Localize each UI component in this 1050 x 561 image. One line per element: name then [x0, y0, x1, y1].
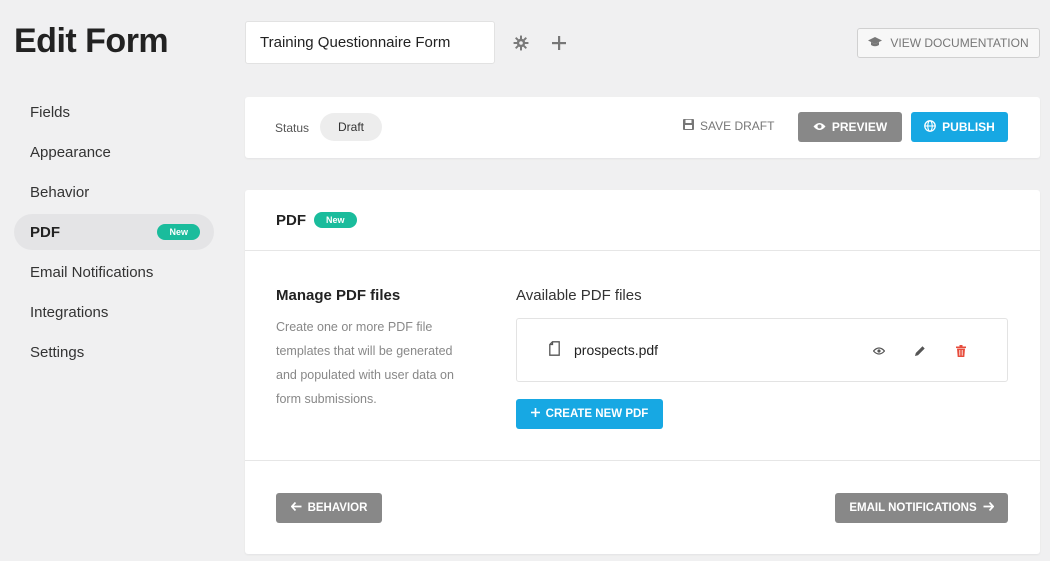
- next-email-notifications-label: EMAIL NOTIFICATIONS: [849, 502, 977, 514]
- create-new-pdf-label: CREATE NEW PDF: [545, 408, 649, 420]
- status-badge: Draft: [320, 113, 383, 141]
- globe-icon: [924, 119, 937, 135]
- pencil-icon[interactable]: [910, 341, 930, 361]
- sidebar-item-label: PDF: [30, 223, 60, 241]
- file-name: prospects.pdf: [574, 342, 659, 358]
- sidebar-item-label: Behavior: [30, 183, 90, 201]
- file-icon: [549, 341, 560, 361]
- arrow-right-icon: [983, 501, 995, 514]
- manage-pdf-description: Create one or more PDF file templates th…: [276, 320, 454, 406]
- trash-icon[interactable]: [951, 341, 971, 361]
- publish-label: PUBLISH: [942, 120, 995, 134]
- sidebar-item-label: Fields: [30, 103, 71, 121]
- preview-button[interactable]: PREVIEW: [798, 112, 902, 142]
- sidebar-item-fields[interactable]: Fields: [14, 94, 214, 130]
- save-draft-label: SAVE DRAFT: [700, 119, 775, 133]
- sidebar-item-label: Appearance: [30, 143, 111, 161]
- list-item: prospects.pdf: [516, 318, 1008, 382]
- status-label: Status: [275, 121, 310, 135]
- view-documentation-label: VIEW DOCUMENTATION: [890, 36, 1029, 50]
- sidebar-item-integrations[interactable]: Integrations: [14, 294, 214, 330]
- available-pdf-title: Available PDF files: [516, 287, 642, 304]
- sidebar-item-label: Settings: [30, 343, 85, 361]
- page-title: Edit Form: [14, 22, 169, 60]
- publish-button[interactable]: PUBLISH: [911, 112, 1008, 142]
- graduation-cap-icon: [868, 36, 883, 50]
- sidebar-item-pdf[interactable]: PDF New: [14, 214, 214, 250]
- new-badge: New: [157, 224, 200, 240]
- view-documentation-button[interactable]: VIEW DOCUMENTATION: [857, 28, 1040, 58]
- pdf-panel-footer: BEHAVIOR EMAIL NOTIFICATIONS: [245, 460, 1040, 554]
- back-behavior-label: BEHAVIOR: [307, 502, 368, 514]
- plus-icon[interactable]: [549, 31, 569, 55]
- sidebar-item-appearance[interactable]: Appearance: [14, 134, 214, 170]
- status-bar: Status Draft SAVE DRAFT PREVIEW PUBLISH: [245, 97, 1040, 158]
- save-draft-button[interactable]: SAVE DRAFT: [683, 119, 774, 133]
- floppy-disk-icon: [683, 119, 694, 133]
- gear-icon[interactable]: [511, 31, 531, 55]
- form-name-input[interactable]: Training Questionnaire Form: [245, 21, 495, 64]
- sidebar-item-label: Integrations: [30, 303, 109, 321]
- eye-icon[interactable]: [869, 341, 889, 361]
- arrow-left-icon: [290, 501, 302, 514]
- sidebar-item-email-notifications[interactable]: Email Notifications: [14, 254, 214, 290]
- sidebar-nav: Fields Appearance Behavior PDF New Email…: [14, 94, 214, 374]
- next-email-notifications-button[interactable]: EMAIL NOTIFICATIONS: [835, 493, 1008, 523]
- create-new-pdf-button[interactable]: CREATE NEW PDF: [516, 399, 663, 429]
- sidebar-item-behavior[interactable]: Behavior: [14, 174, 214, 210]
- pdf-panel: PDF New Manage PDF files Create one or m…: [245, 190, 1040, 554]
- pdf-panel-header: PDF New: [245, 190, 1040, 251]
- plus-icon: [530, 408, 540, 420]
- manage-pdf-title: Manage PDF files: [276, 287, 401, 304]
- sidebar-item-label: Email Notifications: [30, 263, 154, 281]
- new-badge: New: [314, 212, 357, 228]
- sidebar-item-settings[interactable]: Settings: [14, 334, 214, 370]
- back-behavior-button[interactable]: BEHAVIOR: [276, 493, 382, 523]
- eye-icon: [813, 120, 826, 134]
- preview-label: PREVIEW: [831, 120, 888, 134]
- pdf-panel-title: PDF: [276, 211, 306, 229]
